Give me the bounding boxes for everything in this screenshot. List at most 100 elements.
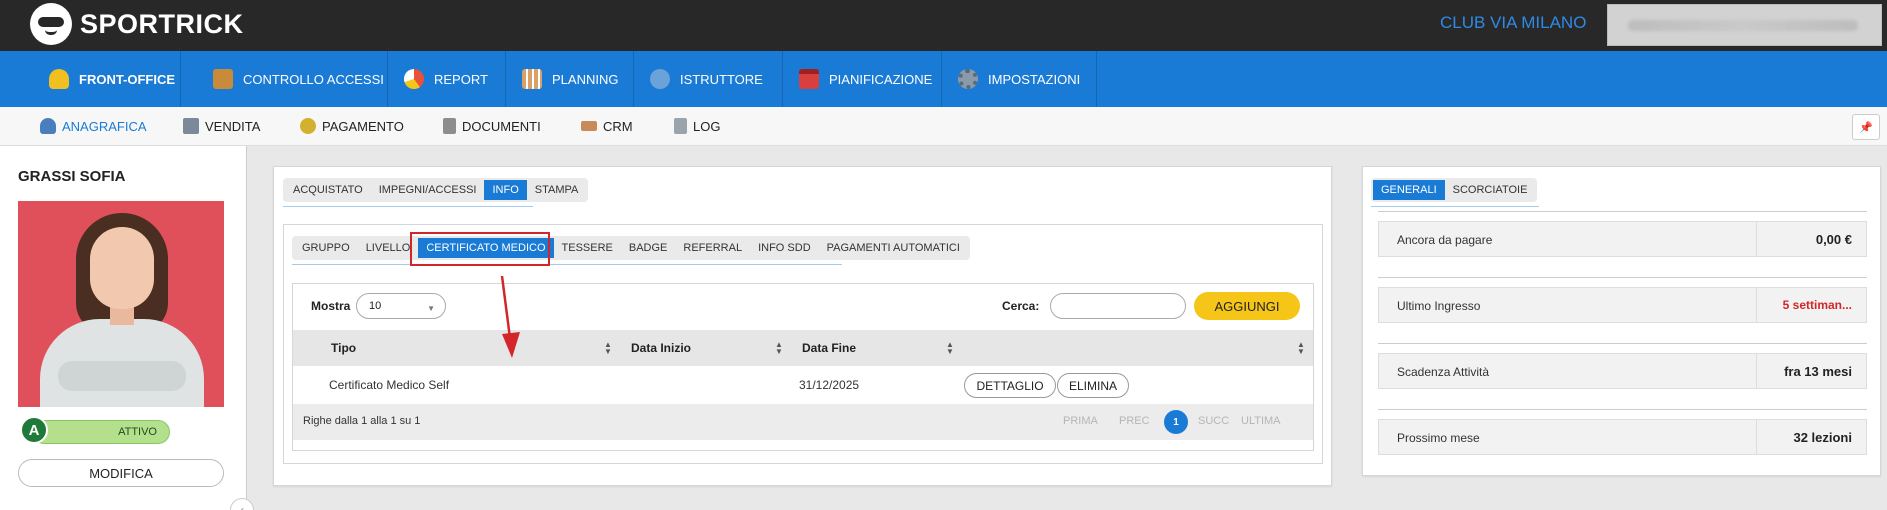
- nav-label: ISTRUTTORE: [680, 71, 763, 87]
- tab-impegni-accessi[interactable]: IMPEGNI/ACCESSI: [371, 180, 485, 200]
- cash-register-icon: [183, 118, 199, 134]
- pie-chart-icon: [404, 69, 424, 89]
- nav-label: IMPOSTAZIONI: [988, 71, 1081, 87]
- stat-label: Ancora da pagare: [1397, 233, 1493, 247]
- sort-icon[interactable]: ▲ ▼: [775, 341, 783, 356]
- nav-pianificazione[interactable]: PIANIFICAZIONE: [783, 51, 942, 107]
- pagination-prev[interactable]: PREC: [1119, 415, 1150, 427]
- coin-icon: [300, 118, 316, 134]
- subnav-log[interactable]: LOG: [674, 107, 720, 145]
- stat-value: fra 13 mesi: [1756, 354, 1866, 388]
- chevron-left-icon: ‹: [240, 503, 244, 510]
- subnav-label: PAGAMENTO: [322, 118, 404, 134]
- calendar-grid-icon: [522, 69, 542, 89]
- column-header-tipo[interactable]: Tipo: [331, 330, 356, 366]
- page-size-value: 10: [369, 300, 382, 312]
- tabs-underline: [283, 206, 533, 207]
- nav-istruttore[interactable]: ISTRUTTORE: [634, 51, 783, 107]
- tab-info[interactable]: INFO: [484, 180, 527, 200]
- nav-controllo-accessi[interactable]: CONTROLLO ACCESSI: [197, 51, 388, 107]
- stat-label: Scadenza Attività: [1397, 365, 1490, 379]
- subnav-documenti[interactable]: DOCUMENTI: [443, 107, 541, 145]
- pagination-next[interactable]: SUCC: [1198, 415, 1229, 427]
- table-row: Certificato Medico Self 31/12/2025 DETTA…: [293, 366, 1313, 404]
- detail-button[interactable]: DETTAGLIO: [964, 373, 1056, 398]
- stat-ancora-da-pagare: Ancora da pagare 0,00 €: [1378, 221, 1867, 257]
- main-nav: FRONT-OFFICE CONTROLLO ACCESSI REPORT PL…: [0, 51, 1887, 107]
- nav-label: FRONT-OFFICE: [79, 71, 176, 87]
- stat-value: 32 lezioni: [1756, 420, 1866, 454]
- pagination-current-page[interactable]: 1: [1164, 410, 1188, 434]
- tab-stampa[interactable]: STAMPA: [527, 180, 587, 200]
- app-logo[interactable]: SPORTRICK: [30, 2, 244, 46]
- nav-label: REPORT: [434, 71, 488, 87]
- stat-ultimo-ingresso: Ultimo Ingresso 5 settiman...: [1378, 287, 1867, 323]
- stat-prossimo-mese: Prossimo mese 32 lezioni: [1378, 419, 1867, 455]
- person-icon: [49, 69, 69, 89]
- divider: [1378, 409, 1867, 410]
- member-profile-panel: GRASSI SOFIA ATTIVO A MODIFICA ‹: [0, 146, 254, 510]
- member-details-panel: ACQUISTATO IMPEGNI/ACCESSI INFO STAMPA G…: [273, 166, 1332, 486]
- tab-acquistato[interactable]: ACQUISTATO: [285, 180, 371, 200]
- logo-icon: [30, 3, 72, 45]
- summary-panel: GENERALI SCORCIATOIE Ancora da pagare 0,…: [1362, 166, 1881, 476]
- tab-referral[interactable]: REFERRAL: [675, 238, 750, 258]
- tab-pagamenti-automatici[interactable]: PAGAMENTI AUTOMATICI: [819, 238, 968, 258]
- status-badge: ATTIVO: [32, 420, 170, 444]
- subnav-pagamento[interactable]: PAGAMENTO: [300, 107, 404, 145]
- info-tabs-underline: [292, 264, 842, 265]
- stat-label: Prossimo mese: [1397, 431, 1480, 445]
- delete-button[interactable]: ELIMINA: [1057, 373, 1129, 398]
- cell-data-fine: 31/12/2025: [799, 378, 860, 392]
- pin-button[interactable]: 📌: [1852, 114, 1880, 140]
- pagination-last[interactable]: ULTIMA: [1241, 415, 1281, 427]
- search-input[interactable]: [1050, 293, 1186, 319]
- stat-value: 0,00 €: [1756, 222, 1866, 256]
- stat-value: 5 settiman...: [1756, 288, 1866, 322]
- page-size-label: Mostra: [311, 299, 351, 313]
- account-email-redacted: [1628, 20, 1858, 31]
- column-header-data-inizio[interactable]: Data Inizio: [631, 330, 691, 366]
- nav-planning[interactable]: PLANNING: [506, 51, 634, 107]
- sort-icon[interactable]: ▲ ▼: [946, 341, 954, 356]
- rows-info: Righe dalla 1 alla 1 su 1: [303, 415, 421, 427]
- member-photo: [18, 201, 224, 407]
- tab-tessere[interactable]: TESSERE: [554, 238, 621, 258]
- nav-label: PIANIFICAZIONE: [829, 71, 933, 87]
- subnav-crm[interactable]: CRM: [581, 107, 633, 145]
- table-header: Tipo ▲ ▼ Data Inizio ▲ ▼ Data Fine ▲ ▼ ▲ ▼: [293, 330, 1313, 366]
- edit-member-button[interactable]: MODIFICA: [18, 459, 224, 487]
- nav-front-office[interactable]: FRONT-OFFICE: [33, 51, 181, 107]
- column-header-data-fine[interactable]: Data Fine: [802, 330, 856, 366]
- tab-info-sdd[interactable]: INFO SDD: [750, 238, 819, 258]
- add-certificate-button[interactable]: AGGIUNGI: [1194, 292, 1300, 320]
- sub-nav: ANAGRAFICA VENDITA PAGAMENTO DOCUMENTI C…: [0, 107, 1887, 146]
- status-letter-badge: A: [20, 416, 48, 444]
- stat-label: Ultimo Ingresso: [1397, 299, 1481, 313]
- instructors-icon: [650, 69, 670, 89]
- club-name[interactable]: CLUB VIA MILANO: [1440, 13, 1586, 33]
- tab-scorciatoie[interactable]: SCORCIATOIE: [1445, 180, 1536, 200]
- handshake-icon: [581, 121, 597, 131]
- nav-report[interactable]: REPORT: [388, 51, 506, 107]
- table-footer: Righe dalla 1 alla 1 su 1 PRIMA PREC 1 S…: [293, 404, 1313, 440]
- turnstile-icon: [213, 69, 233, 89]
- sort-icon[interactable]: ▲ ▼: [1297, 341, 1305, 356]
- member-name: GRASSI SOFIA: [18, 168, 126, 185]
- subnav-anagrafica[interactable]: ANAGRAFICA: [40, 107, 147, 145]
- gear-icon: [958, 69, 978, 89]
- sort-icon[interactable]: ▲ ▼: [604, 341, 612, 356]
- page-size-select[interactable]: 10 ▼: [356, 293, 446, 319]
- tab-gruppo[interactable]: GRUPPO: [294, 238, 358, 258]
- pagination-first[interactable]: PRIMA: [1063, 415, 1098, 427]
- top-bar: SPORTRICK CLUB VIA MILANO: [0, 0, 1887, 51]
- nav-impostazioni[interactable]: IMPOSTAZIONI: [942, 51, 1097, 107]
- collapse-panel-button[interactable]: ‹: [230, 498, 254, 510]
- stat-scadenza-attivita: Scadenza Attività fra 13 mesi: [1378, 353, 1867, 389]
- subnav-label: ANAGRAFICA: [62, 118, 147, 134]
- subnav-vendita[interactable]: VENDITA: [183, 107, 260, 145]
- divider: [1378, 211, 1867, 212]
- account-menu[interactable]: [1607, 4, 1882, 46]
- tab-generali[interactable]: GENERALI: [1373, 180, 1445, 200]
- tab-badge[interactable]: BADGE: [621, 238, 676, 258]
